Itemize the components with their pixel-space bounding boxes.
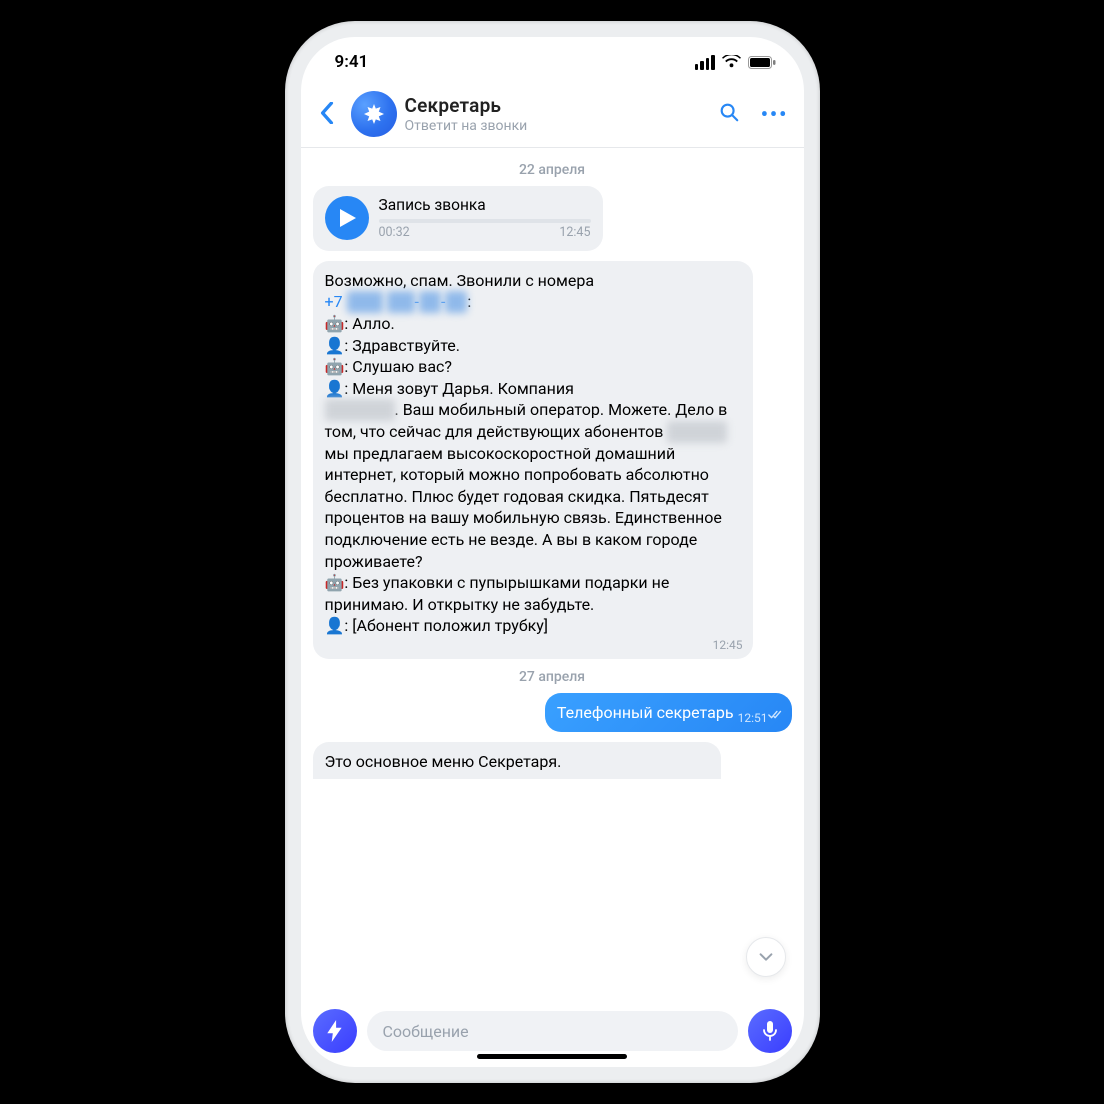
message-placeholder: Сообщение [383, 1022, 469, 1041]
audio-message[interactable]: Запись звонка 00:32 12:45 [313, 186, 603, 251]
audio-timestamp: 12:45 [559, 225, 590, 242]
message-input[interactable]: Сообщение [367, 1011, 738, 1051]
status-bar: 9:41 [301, 37, 804, 87]
transcript-line: 👤: Меня зовут Дарья. Компания [325, 379, 574, 398]
transcript-line: 🤖: Слушаю вас? [325, 357, 452, 376]
message-timestamp: 12:45 [713, 637, 743, 653]
outgoing-message[interactable]: Телефонный секретарь 12:51 [545, 693, 792, 733]
read-checks-icon [768, 704, 784, 726]
audio-elapsed: 00:32 [379, 225, 410, 242]
incoming-text: Это основное меню Секретаря. [325, 752, 562, 771]
voice-button[interactable] [748, 1009, 792, 1053]
quick-action-button[interactable] [313, 1009, 357, 1053]
chat-title: Секретарь [405, 94, 702, 117]
transcript-line: 🤖: Алло. [325, 314, 395, 333]
home-indicator[interactable] [477, 1054, 627, 1059]
avatar[interactable] [351, 91, 397, 137]
audio-progress[interactable] [379, 219, 591, 223]
incoming-message[interactable]: Это основное меню Секретаря. [313, 742, 721, 779]
chat-header: Секретарь Ответит на звонки ••• [301, 87, 804, 148]
transcript-line: 👤: Здравствуйте. [325, 336, 460, 355]
more-button[interactable]: ••• [756, 102, 794, 126]
battery-icon [748, 56, 776, 69]
transcript-message[interactable]: Возможно, спам. Звонили с номера +7 xxx … [313, 261, 753, 659]
status-time: 9:41 [335, 52, 369, 72]
messages-pane[interactable]: 22 апреля Запись звонка 00:32 12:45 [301, 148, 804, 1001]
chat-subtitle: Ответит на звонки [405, 118, 702, 134]
message-timestamp: 12:51 [738, 710, 768, 726]
play-button[interactable] [325, 196, 369, 240]
search-button[interactable] [710, 101, 748, 127]
phone-frame: 9:41 [285, 21, 820, 1083]
wifi-icon [722, 55, 741, 69]
outgoing-text: Телефонный секретарь [557, 703, 734, 722]
signal-icon [695, 55, 715, 70]
transcript-line: 👤: [Абонент положил трубку] [325, 616, 549, 635]
back-button[interactable] [311, 98, 343, 131]
transcript-line: мы предлагаем высокоскоростной домашний … [325, 444, 722, 571]
date-separator: 22 апреля [313, 162, 792, 178]
date-separator: 27 апреля [313, 669, 792, 685]
transcript-lead: Возможно, спам. Звонили с номера [325, 271, 595, 290]
transcript-line: 🤖: Без упаковки с пупырышками подарки не… [325, 573, 670, 614]
scroll-down-button[interactable] [746, 937, 786, 977]
phone-link[interactable]: +7 xxx xx-xx-xx [325, 292, 468, 311]
audio-title: Запись звонка [379, 195, 591, 216]
